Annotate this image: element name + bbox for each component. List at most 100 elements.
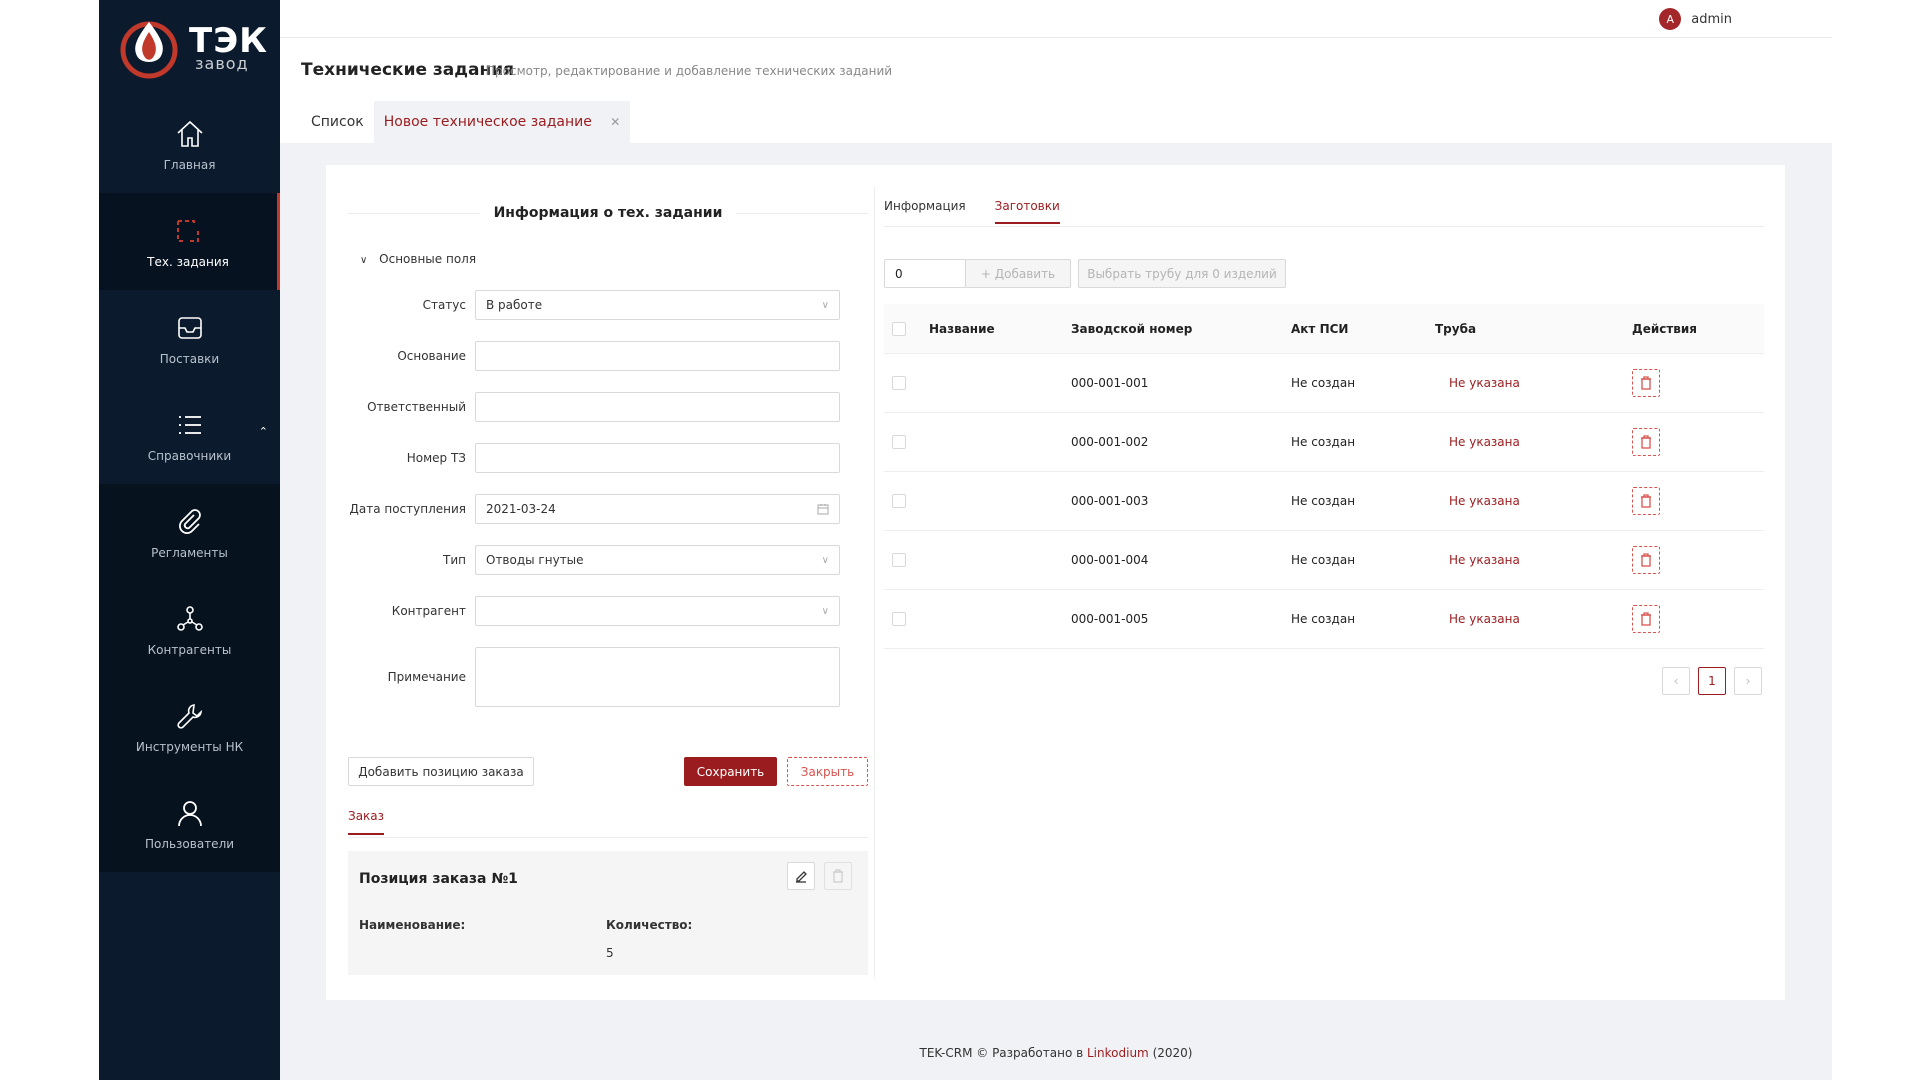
footer-text: TEK-CRM © Разработано в (919, 1046, 1084, 1060)
row-checkbox[interactable] (892, 531, 906, 589)
edit-position-button[interactable] (787, 862, 815, 890)
status-select[interactable]: В работе ∨ (475, 290, 840, 320)
footer-year: (2020) (1152, 1046, 1193, 1060)
table-row: 000-001-002 Не создан Не указана (884, 413, 1764, 472)
next-page-button[interactable]: › (1734, 667, 1762, 695)
calendar-icon (817, 504, 829, 515)
section-title: Информация о тех. задании (348, 205, 868, 221)
sidebar-item-label: Пользователи (144, 836, 235, 851)
footer-link[interactable]: Linkodium (1087, 1046, 1149, 1060)
page-header: Технические задания Просмотр, редактиров… (280, 38, 1832, 143)
basis-input[interactable] (475, 341, 840, 371)
act-cell: Не создан (1291, 612, 1356, 626)
flame-logo-icon (120, 21, 178, 79)
top-header: A admin (280, 0, 1832, 38)
sidebar-item-references[interactable]: Справочники ⌃ (99, 387, 280, 484)
pipe-link[interactable]: Не указана (1449, 531, 1520, 589)
tab-new-task[interactable]: Новое техническое задание ✕ (373, 101, 631, 143)
blanks-panel: Информация Заготовки 0 + Добавить Выбрат… (884, 165, 1764, 1000)
quantity-label: Количество: (606, 918, 693, 932)
pipe-link[interactable]: Не указана (1449, 472, 1520, 530)
date-picker[interactable]: 2021-03-24 (475, 494, 840, 524)
note-row: Примечание (348, 647, 858, 707)
sidebar-item-home[interactable]: Главная (99, 96, 280, 193)
row-checkbox[interactable] (892, 354, 906, 412)
logo[interactable]: ТЭК завод (99, 0, 280, 96)
delete-row-button[interactable] (1632, 487, 1660, 515)
pipe-link[interactable]: Не указана (1449, 354, 1520, 412)
order-position-title: Позиция заказа №1 (359, 871, 518, 887)
sidebar-item-supplies[interactable]: Поставки (99, 290, 280, 387)
add-button[interactable]: + Добавить (965, 259, 1071, 288)
sidebar-item-tech-tasks[interactable]: Тех. задания (99, 193, 280, 290)
delete-row-button[interactable] (1632, 428, 1660, 456)
table-row: 000-001-003 Не создан Не указана (884, 472, 1764, 531)
tab-list[interactable]: Список (301, 101, 374, 143)
tab-information[interactable]: Информация (884, 199, 966, 224)
group-toggle[interactable]: ∨ Основные поля (360, 252, 476, 266)
inbox-icon (177, 316, 202, 339)
serial-cell: 000-001-001 (1071, 376, 1149, 390)
app-frame: ТЭК завод Главная Тех. задания Поставки (99, 0, 1832, 1080)
pagination: ‹ 1 › (1654, 667, 1762, 695)
sidebar-item-regulations[interactable]: Регламенты (99, 484, 280, 581)
pipe-link[interactable]: Не указана (1449, 413, 1520, 471)
user-icon (177, 800, 202, 826)
delete-row-button[interactable] (1632, 546, 1660, 574)
close-button[interactable]: Закрыть (787, 757, 868, 786)
choose-pipe-button[interactable]: Выбрать трубу для 0 изделий (1078, 259, 1286, 288)
sidebar-item-label: Регламенты (151, 545, 228, 560)
network-icon (176, 605, 203, 631)
row-checkbox[interactable] (892, 590, 906, 648)
quantity-input[interactable]: 0 (884, 259, 966, 288)
pipe-link[interactable]: Не указана (1449, 590, 1520, 648)
column-header: Заводской номер (1071, 321, 1193, 336)
note-textarea[interactable] (475, 647, 840, 707)
responsible-input[interactable] (475, 392, 840, 422)
prev-page-button[interactable]: ‹ (1662, 667, 1690, 695)
add-position-button[interactable]: Добавить позицию заказа (348, 757, 534, 786)
table-row: 000-001-001 Не создан Не указана (884, 354, 1764, 413)
footer: TEK-CRM © Разработано в Linkodium (2020) (280, 1046, 1832, 1060)
delete-row-button[interactable] (1632, 605, 1660, 633)
field-label: Статус (422, 298, 466, 312)
field-label: Контрагент (391, 604, 466, 618)
page-tabs: Список Новое техническое задание ✕ (301, 101, 631, 143)
row-checkbox[interactable] (892, 472, 906, 530)
avatar: A (1659, 8, 1682, 30)
delete-row-button[interactable] (1632, 369, 1660, 397)
select-all-checkbox[interactable] (892, 304, 906, 353)
trash-icon (1641, 612, 1651, 626)
chevron-up-icon[interactable]: ⌃ (259, 425, 268, 438)
type-select[interactable]: Отводы гнутые ∨ (475, 545, 840, 575)
tab-order[interactable]: Заказ (348, 809, 385, 835)
tab-blanks[interactable]: Заготовки (994, 199, 1060, 224)
close-icon[interactable]: ✕ (610, 115, 620, 129)
chevron-down-icon: ∨ (360, 255, 368, 266)
save-button[interactable]: Сохранить (684, 757, 777, 786)
act-cell: Не создан (1291, 553, 1356, 567)
sidebar-item-label: Главная (163, 157, 216, 172)
content-card: Информация о тех. задании ∨ Основные пол… (326, 165, 1785, 1000)
tz-number-input[interactable] (475, 443, 840, 473)
row-actions (1632, 590, 1660, 648)
tab-label: Новое техническое задание (383, 114, 592, 130)
type-row: Тип Отводы гнутые ∨ (348, 545, 858, 575)
page-button[interactable]: 1 (1698, 667, 1726, 695)
responsible-row: Ответственный (348, 392, 858, 422)
row-actions (1632, 413, 1660, 471)
quantity-value: 5 (606, 946, 614, 960)
contractor-select[interactable]: ∨ (475, 596, 840, 626)
trash-icon (1641, 376, 1651, 390)
delete-position-button[interactable] (824, 862, 852, 890)
sidebar-item-contractors[interactable]: Контрагенты (99, 581, 280, 678)
row-checkbox[interactable] (892, 413, 906, 471)
act-cell: Не создан (1291, 435, 1356, 449)
user-menu[interactable]: A admin (1659, 8, 1732, 30)
sidebar-item-label: Тех. задания (147, 254, 229, 269)
sidebar-item-label: Инструменты НК (135, 739, 244, 754)
sidebar-item-ndt-tools[interactable]: Инструменты НК (99, 678, 280, 775)
table-header: Название Заводской номер Акт ПСИ Труба Д… (884, 304, 1764, 354)
sidebar-item-users[interactable]: Пользователи (99, 775, 280, 872)
trash-icon (1641, 435, 1651, 449)
